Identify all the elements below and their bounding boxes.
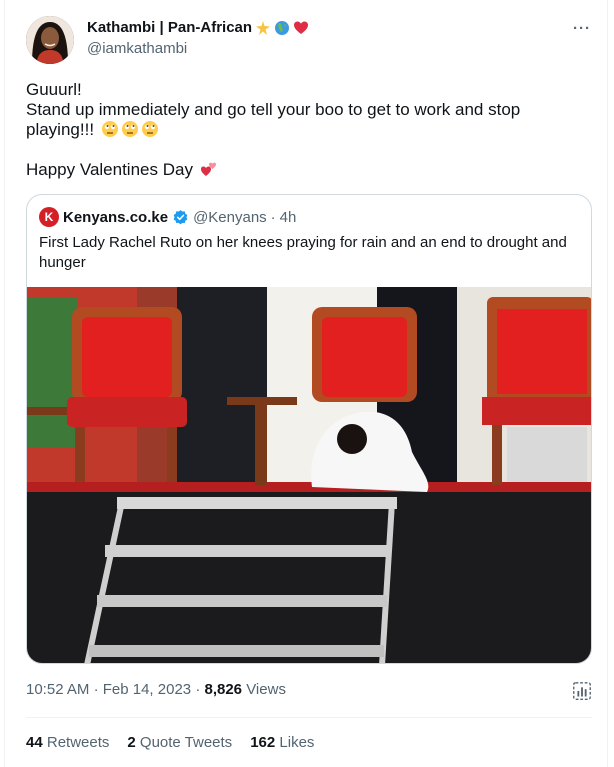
tweet-line-2: Stand up immediately and go tell your bo… (26, 100, 586, 140)
author-display-name[interactable]: Kathambi | Pan-African (87, 19, 252, 36)
tweet-line-1: Guuurl! (26, 80, 82, 99)
views-label: Views (246, 681, 286, 698)
divider (26, 717, 592, 718)
verified-badge-icon (173, 209, 188, 224)
quoted-photo[interactable] (27, 287, 592, 664)
retweets-label: Retweets (46, 734, 110, 751)
quoted-tweet[interactable]: K Kenyans.co.ke @Kenyans · 4h First Lady… (26, 194, 592, 664)
engagement-stats: 44 Retweets 2 Quote Tweets 162 Likes (26, 734, 314, 751)
views-count: 8,826 (204, 681, 243, 698)
tweet-card: Kathambi | Pan-African @iamkathambi ··· … (4, 0, 608, 767)
quoted-header: K Kenyans.co.ke @Kenyans · 4h (39, 207, 296, 227)
rolling-eyes-emoji-icon (121, 121, 138, 137)
more-options-icon[interactable]: ··· (573, 20, 591, 37)
quoted-avatar-logo: K (39, 207, 59, 227)
quotes-count: 2 (127, 734, 136, 751)
tweet-time[interactable]: 10:52 AM (26, 681, 89, 698)
quoted-separator: · (270, 208, 276, 226)
author-handle[interactable]: @iamkathambi (87, 40, 187, 57)
quoted-handle: @Kenyans (193, 208, 267, 226)
likes-count: 162 (250, 734, 276, 751)
quoted-text: First Lady Rachel Ruto on her knees pray… (39, 234, 567, 271)
two-hearts-emoji-icon (200, 162, 216, 176)
tweet-line-3: Happy Valentines Day (26, 160, 586, 180)
quoted-display-name: Kenyans.co.ke (63, 208, 169, 226)
red-heart-emoji-icon (294, 21, 309, 34)
sparkle-star-emoji-icon (256, 20, 271, 35)
author-name-row[interactable]: Kathambi | Pan-African (87, 19, 309, 36)
author-avatar[interactable] (26, 16, 74, 64)
quotes-label: Quote Tweets (139, 734, 233, 751)
meta-separator: · (93, 681, 99, 698)
analytics-icon[interactable] (571, 680, 593, 702)
tweet-text: Guuurl! Stand up immediately and go tell… (26, 80, 586, 180)
tweet-date[interactable]: Feb 14, 2023 (103, 681, 191, 698)
rolling-eyes-emoji-icon (141, 121, 158, 137)
likes-stat[interactable]: 162 Likes (250, 734, 314, 751)
tweet-line-3-text: Happy Valentines Day (26, 160, 193, 179)
meta-separator-2: · (195, 681, 201, 698)
rolling-eyes-emoji-icon (101, 121, 118, 137)
retweets-stat[interactable]: 44 Retweets (26, 734, 109, 751)
likes-label: Likes (279, 734, 315, 751)
globe-africa-emoji-icon (275, 20, 290, 35)
tweet-metadata: 10:52 AM · Feb 14, 2023 · 8,826 Views (26, 681, 286, 698)
quoted-time: 4h (279, 208, 297, 226)
retweets-count: 44 (26, 734, 43, 751)
quote-tweets-stat[interactable]: 2 Quote Tweets (127, 734, 232, 751)
